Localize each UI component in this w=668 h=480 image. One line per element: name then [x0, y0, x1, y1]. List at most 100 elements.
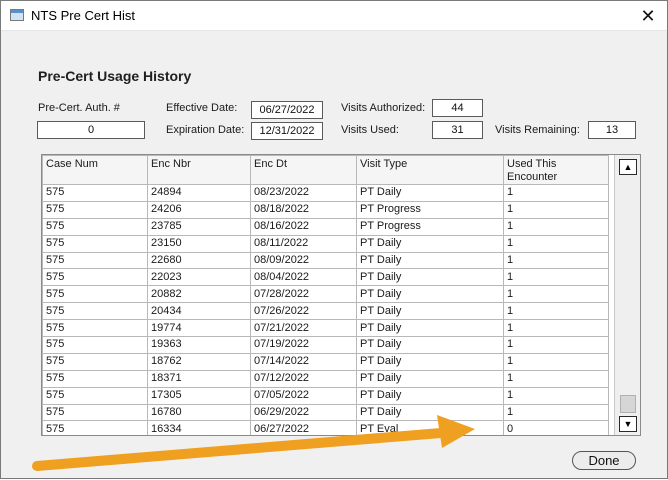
cell-used: 1	[503, 268, 609, 287]
table-row[interactable]: 575 17305 07/05/2022 PT Daily 1	[42, 386, 609, 405]
cell-used: 1	[503, 251, 609, 270]
table-row[interactable]: 575 22023 08/04/2022 PT Daily 1	[42, 268, 609, 287]
cell-enc-dt: 06/29/2022	[250, 403, 357, 422]
cell-enc-dt: 07/14/2022	[250, 352, 357, 371]
header-row: Case Num Enc Nbr Enc Dt Visit Type Used …	[42, 155, 609, 185]
table-row[interactable]: 575 20882 07/28/2022 PT Daily 1	[42, 285, 609, 304]
cell-used: 1	[503, 184, 609, 202]
cell-case-num: 575	[42, 319, 148, 338]
col-used-this-encounter[interactable]: Used This Encounter	[503, 155, 609, 185]
effective-date-label: Effective Date:	[166, 102, 238, 114]
table-row[interactable]: 575 16780 06/29/2022 PT Daily 1	[42, 403, 609, 422]
cell-enc-nbr: 16334	[147, 420, 251, 435]
col-enc-dt[interactable]: Enc Dt	[250, 155, 357, 185]
visits-remaining-field[interactable]: 13	[588, 121, 636, 139]
cell-visit-type: PT Daily	[356, 268, 504, 287]
close-button[interactable]: ✕	[633, 3, 663, 29]
table-row[interactable]: 575 19774 07/21/2022 PT Daily 1	[42, 319, 609, 338]
table-row[interactable]: 575 22680 08/09/2022 PT Daily 1	[42, 251, 609, 270]
col-enc-nbr[interactable]: Enc Nbr	[147, 155, 251, 185]
pre-cert-history-window: NTS Pre Cert Hist ✕ Pre-Cert Usage Histo…	[0, 0, 668, 479]
vertical-scrollbar[interactable]: ▲ ▼	[614, 155, 640, 435]
cell-used: 1	[503, 386, 609, 405]
cell-used: 1	[503, 234, 609, 253]
visits-authorized-field[interactable]: 44	[432, 99, 483, 117]
table-row[interactable]: 575 24894 08/23/2022 PT Daily 1	[42, 184, 609, 202]
cell-enc-nbr: 17305	[147, 386, 251, 405]
scroll-down-button[interactable]: ▼	[619, 416, 637, 432]
cell-used: 1	[503, 336, 609, 354]
cell-case-num: 575	[42, 184, 148, 202]
cell-enc-dt: 07/19/2022	[250, 336, 357, 354]
cell-enc-nbr: 18371	[147, 369, 251, 388]
cell-visit-type: PT Daily	[356, 386, 504, 405]
cell-visit-type: PT Daily	[356, 184, 504, 202]
cell-used: 0	[503, 420, 609, 435]
cell-enc-nbr: 20434	[147, 302, 251, 321]
cell-case-num: 575	[42, 369, 148, 388]
usage-history-grid[interactable]: Case Num Enc Nbr Enc Dt Visit Type Used …	[41, 154, 641, 436]
cell-visit-type: PT Daily	[356, 302, 504, 321]
table-row[interactable]: 575 19363 07/19/2022 PT Daily 1	[42, 336, 609, 354]
window-title: NTS Pre Cert Hist	[31, 8, 136, 23]
cell-visit-type: PT Progress	[356, 200, 504, 219]
cell-visit-type: PT Daily	[356, 285, 504, 304]
table-row[interactable]: 575 16334 06/27/2022 PT Eval 0	[42, 420, 609, 435]
cell-used: 1	[503, 200, 609, 219]
visits-used-field[interactable]: 31	[432, 121, 483, 139]
col-case-num[interactable]: Case Num	[42, 155, 148, 185]
auth-label: Pre-Cert. Auth. #	[38, 102, 120, 114]
cell-case-num: 575	[42, 251, 148, 270]
table-row[interactable]: 575 23150 08/11/2022 PT Daily 1	[42, 234, 609, 253]
history-table: Case Num Enc Nbr Enc Dt Visit Type Used …	[42, 155, 609, 435]
table-row[interactable]: 575 20434 07/26/2022 PT Daily 1	[42, 302, 609, 321]
cell-case-num: 575	[42, 200, 148, 219]
table-row[interactable]: 575 24206 08/18/2022 PT Progress 1	[42, 200, 609, 219]
app-icon	[10, 9, 24, 21]
cell-enc-dt: 08/23/2022	[250, 184, 357, 202]
cell-case-num: 575	[42, 268, 148, 287]
scroll-up-button[interactable]: ▲	[619, 159, 637, 175]
cell-enc-nbr: 22680	[147, 251, 251, 270]
cell-enc-dt: 07/28/2022	[250, 285, 357, 304]
cell-case-num: 575	[42, 403, 148, 422]
table-row[interactable]: 575 18762 07/14/2022 PT Daily 1	[42, 352, 609, 371]
cell-case-num: 575	[42, 302, 148, 321]
cell-case-num: 575	[42, 420, 148, 435]
cell-enc-dt: 07/21/2022	[250, 319, 357, 338]
cell-visit-type: PT Daily	[356, 319, 504, 338]
cell-visit-type: PT Daily	[356, 403, 504, 422]
cell-enc-dt: 07/05/2022	[250, 386, 357, 405]
col-visit-type[interactable]: Visit Type	[356, 155, 504, 185]
cell-enc-dt: 07/26/2022	[250, 302, 357, 321]
cell-visit-type: PT Daily	[356, 251, 504, 270]
cell-visit-type: PT Daily	[356, 234, 504, 253]
cell-visit-type: PT Eval	[356, 420, 504, 435]
table-row[interactable]: 575 23785 08/16/2022 PT Progress 1	[42, 217, 609, 236]
cell-visit-type: PT Daily	[356, 369, 504, 388]
visits-remaining-label: Visits Remaining:	[495, 124, 580, 136]
auth-number-field[interactable]: 0	[37, 121, 145, 139]
table-row[interactable]: 575 18371 07/12/2022 PT Daily 1	[42, 369, 609, 388]
page-title: Pre-Cert Usage History	[38, 68, 192, 84]
cell-visit-type: PT Progress	[356, 217, 504, 236]
cell-enc-nbr: 19774	[147, 319, 251, 338]
cell-enc-dt: 07/12/2022	[250, 369, 357, 388]
scroll-thumb[interactable]	[620, 395, 636, 413]
cell-enc-nbr: 23150	[147, 234, 251, 253]
expiration-date-label: Expiration Date:	[166, 124, 245, 136]
cell-case-num: 575	[42, 386, 148, 405]
cell-used: 1	[503, 302, 609, 321]
grid-body: 575 24894 08/23/2022 PT Daily 1 575 24206 08/18…	[42, 184, 609, 435]
done-button[interactable]: Done	[572, 451, 636, 470]
effective-date-field[interactable]: 06/27/2022	[251, 101, 323, 119]
cell-used: 1	[503, 403, 609, 422]
title-bar: NTS Pre Cert Hist ✕	[1, 1, 667, 31]
cell-enc-nbr: 19363	[147, 336, 251, 354]
cell-case-num: 575	[42, 234, 148, 253]
expiration-date-field[interactable]: 12/31/2022	[251, 122, 323, 140]
cell-visit-type: PT Daily	[356, 336, 504, 354]
cell-visit-type: PT Daily	[356, 352, 504, 371]
cell-used: 1	[503, 369, 609, 388]
cell-used: 1	[503, 285, 609, 304]
